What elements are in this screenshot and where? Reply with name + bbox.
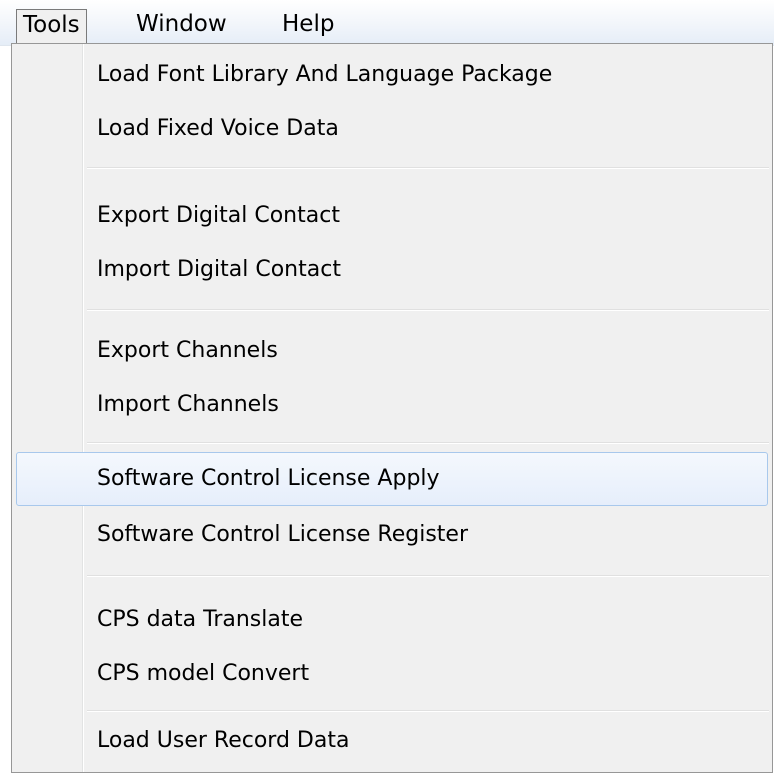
- menu-separator: [87, 575, 769, 577]
- menubar-window[interactable]: Window: [130, 9, 233, 41]
- menu-item-load-user-record-data[interactable]: Load User Record Data: [16, 714, 768, 768]
- menu-item-label: Load Fixed Voice Data: [97, 116, 339, 141]
- menubar-tools[interactable]: Tools: [16, 9, 87, 43]
- menubar-help[interactable]: Help: [276, 9, 340, 41]
- menu-item-load-fixed-voice-data[interactable]: Load Fixed Voice Data: [16, 102, 768, 156]
- menu-item-label: Export Channels: [97, 338, 278, 363]
- menu-item-label: Software Control License Register: [97, 522, 469, 547]
- menu-item-label: Software Control License Apply: [97, 466, 440, 491]
- menu-item-label: CPS data Translate: [97, 607, 304, 632]
- tools-menu-dropdown: Load Font Library And Language Package L…: [11, 43, 773, 773]
- menu-item-software-control-license-apply[interactable]: Software Control License Apply: [16, 452, 768, 506]
- menu-item-label: Import Digital Contact: [97, 257, 341, 282]
- menu-item-export-channels[interactable]: Export Channels: [16, 324, 768, 378]
- menu-separator: [87, 309, 769, 311]
- menu-bar: Tools Window Help: [0, 0, 774, 46]
- menu-item-label: CPS model Convert: [97, 661, 310, 686]
- menu-item-cps-data-translate[interactable]: CPS data Translate: [16, 593, 768, 647]
- menu-separator: [87, 442, 769, 444]
- menu-item-import-channels[interactable]: Import Channels: [16, 378, 768, 432]
- menu-item-label: Export Digital Contact: [97, 203, 340, 228]
- menu-item-label: Load User Record Data: [97, 728, 350, 753]
- menu-separator: [87, 710, 769, 712]
- menu-item-export-digital-contact[interactable]: Export Digital Contact: [16, 189, 768, 243]
- menu-item-label: Import Channels: [97, 392, 279, 417]
- menu-item-label: Load Font Library And Language Package: [97, 62, 553, 87]
- menu-item-cps-model-convert[interactable]: CPS model Convert: [16, 647, 768, 701]
- menu-item-import-digital-contact[interactable]: Import Digital Contact: [16, 243, 768, 297]
- menu-separator: [87, 167, 769, 169]
- menu-item-software-control-license-register[interactable]: Software Control License Register: [16, 508, 768, 562]
- menu-item-load-font-library[interactable]: Load Font Library And Language Package: [16, 48, 768, 102]
